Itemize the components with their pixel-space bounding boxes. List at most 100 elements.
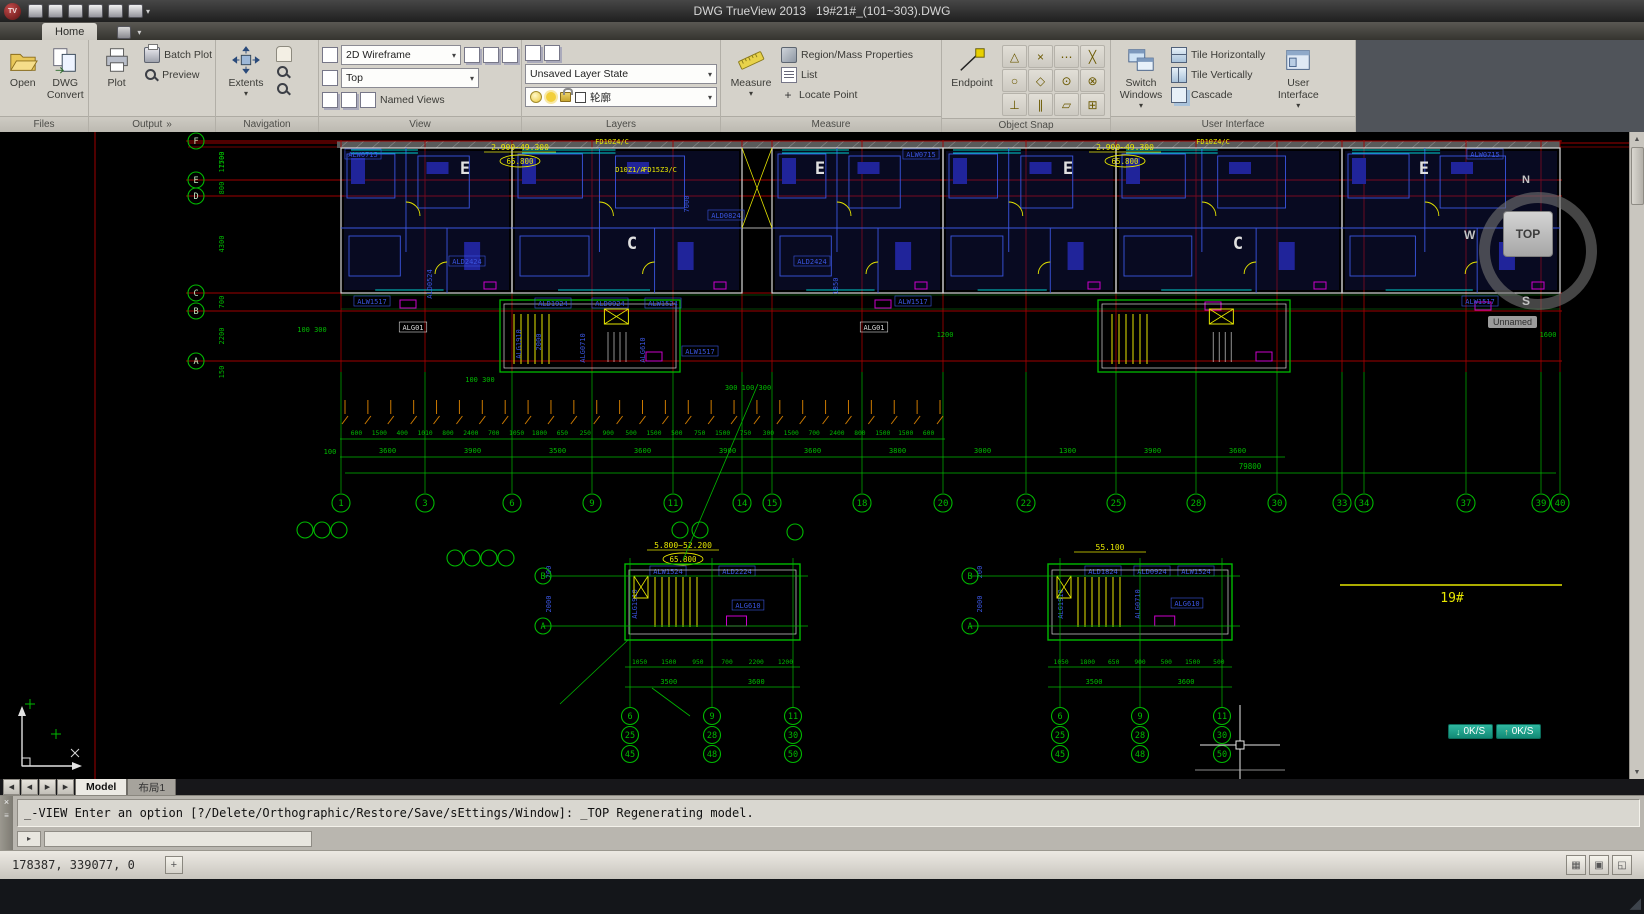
viewcube-west[interactable]: W: [1464, 228, 1475, 242]
ribbon-display-caret-icon[interactable]: ▾: [137, 28, 141, 37]
preview-button[interactable]: Preview: [144, 66, 212, 83]
vertical-scrollbar[interactable]: ▲ ▼: [1629, 132, 1644, 779]
view-direction-icon[interactable]: [322, 70, 338, 86]
dwg-convert-button[interactable]: DWG Convert: [46, 42, 86, 101]
parallel-snap-button[interactable]: ∥: [1028, 93, 1053, 116]
qat-options-icon[interactable]: [128, 4, 143, 18]
cascade-button[interactable]: Cascade: [1171, 86, 1265, 103]
qat-save-icon[interactable]: [48, 4, 63, 18]
viewport-icon-1[interactable]: [464, 47, 480, 63]
layer-combo[interactable]: 轮廓 ▾: [525, 87, 717, 107]
command-input-icon[interactable]: ▸: [17, 830, 41, 847]
previous-layout-button[interactable]: ◀: [21, 779, 38, 795]
perpendicular-snap-button[interactable]: ⊥: [1002, 93, 1027, 116]
viewcube-top-face[interactable]: TOP: [1503, 211, 1553, 257]
visual-style-combo[interactable]: 2D Wireframe ▾: [341, 45, 461, 65]
next-layout-button[interactable]: ▶: [39, 779, 56, 795]
cad-drawing[interactable]: FEDCBA177001500800430070022001501 3 6 9 11 14…: [0, 132, 1644, 779]
panel-label-object-snap[interactable]: Object Snap: [998, 120, 1053, 131]
extension-snap-button[interactable]: ⋯: [1054, 45, 1079, 68]
visual-style-icon[interactable]: [322, 47, 338, 63]
first-layout-button[interactable]: ◀: [3, 779, 20, 795]
app-logo-icon[interactable]: TV: [4, 2, 21, 20]
panel-label-navigation[interactable]: Navigation: [243, 119, 290, 130]
pan-hand-icon[interactable]: [276, 46, 292, 62]
coordinate-tracking-icon[interactable]: +: [164, 856, 183, 874]
zoom-extents-button[interactable]: Extents ▾: [219, 42, 273, 98]
status-annotation-icon[interactable]: ▣: [1589, 855, 1609, 875]
nearest-snap-button[interactable]: ▱: [1054, 93, 1079, 116]
command-close-icon[interactable]: ×: [4, 798, 9, 807]
insert-snap-button[interactable]: ⊞: [1080, 93, 1105, 116]
midpoint-snap-button[interactable]: △: [1002, 45, 1027, 68]
layer-isolate-icon[interactable]: [525, 45, 541, 61]
status-clean-screen-icon[interactable]: ◱: [1612, 855, 1632, 875]
command-history[interactable]: _-VIEW Enter an option [?/Delete/Orthogr…: [17, 799, 1640, 827]
apparent-intersection-snap-button[interactable]: ╳: [1080, 45, 1105, 68]
viewport-config-icon-1[interactable]: [322, 91, 338, 108]
resize-grip-icon[interactable]: ◢: [1629, 894, 1641, 912]
layer-state-combo[interactable]: Unsaved Layer State ▾: [525, 64, 717, 84]
layer-thaw-sun-icon[interactable]: [546, 92, 556, 102]
qat-open-icon[interactable]: [28, 4, 43, 18]
status-model-space-icon[interactable]: ▦: [1566, 855, 1586, 875]
panel-label-measure[interactable]: Measure: [812, 119, 851, 130]
panel-label-view[interactable]: View: [409, 119, 431, 130]
coordinates-display[interactable]: 178387, 339077, 0: [12, 858, 135, 872]
ribbon-display-toggle-icon[interactable]: [117, 25, 132, 39]
tile-vertically-button[interactable]: Tile Vertically: [1171, 66, 1265, 83]
tile-horizontally-button[interactable]: Tile Horizontally: [1171, 46, 1265, 63]
batch-plot-button[interactable]: Batch Plot: [144, 43, 212, 63]
viewcube-ucs-tag[interactable]: Unnamed: [1488, 316, 1538, 328]
tab-model[interactable]: Model: [75, 778, 128, 795]
scroll-up-arrow-icon[interactable]: ▲: [1630, 132, 1644, 146]
layer-on-bulb-icon[interactable]: [530, 91, 542, 103]
panel-label-user-interface[interactable]: User Interface: [1202, 119, 1265, 130]
tangent-snap-button[interactable]: ⊙: [1054, 69, 1079, 92]
viewcube-north[interactable]: N: [1522, 174, 1530, 186]
plot-button[interactable]: Plot: [92, 42, 141, 89]
viewport-icon-3[interactable]: [502, 47, 518, 63]
last-layout-button[interactable]: ▶: [57, 779, 74, 795]
measure-button[interactable]: Measure ▾: [724, 42, 778, 98]
intersection-snap-button[interactable]: ×: [1028, 45, 1053, 68]
named-views-button[interactable]: Named Views: [360, 91, 445, 108]
drawing-canvas[interactable]: F E D C B A 17700 1500 800 4300 700 2200 150 1 3 6 9 11 14…: [0, 132, 1644, 779]
qat-dropdown-caret-icon[interactable]: ▾: [146, 7, 150, 16]
quadrant-snap-button[interactable]: ◇: [1028, 69, 1053, 92]
locate-point-button[interactable]: + Locate Point: [781, 86, 913, 103]
layer-color-swatch[interactable]: [575, 91, 586, 103]
zoom-window-icon[interactable]: [276, 82, 290, 96]
qat-preview-icon[interactable]: [88, 4, 103, 18]
net-speed-monitor[interactable]: ↓ 0K/S ↑ 0K/S: [1448, 724, 1542, 739]
list-button[interactable]: List: [781, 66, 913, 83]
viewport-icon-2[interactable]: [483, 47, 499, 63]
region-mass-properties-button[interactable]: Region/Mass Properties: [781, 46, 913, 63]
scrollbar-thumb[interactable]: [1631, 147, 1644, 205]
center-snap-button[interactable]: ○: [1002, 69, 1027, 92]
user-interface-button[interactable]: User Interface ▾: [1268, 42, 1328, 110]
command-window-grip[interactable]: × ≡: [0, 796, 13, 850]
layer-lock-icon[interactable]: [560, 88, 573, 102]
zoom-icon[interactable]: [276, 65, 290, 79]
qat-publish-icon[interactable]: [108, 4, 123, 18]
qat-plot-icon[interactable]: [68, 4, 83, 18]
viewcube[interactable]: N TOP W S Unnamed: [1462, 172, 1597, 334]
svg-text:750: 750: [740, 430, 752, 437]
scroll-down-arrow-icon[interactable]: ▼: [1630, 765, 1644, 779]
layer-unisolate-icon[interactable]: [544, 45, 560, 61]
panel-label-layers[interactable]: Layers: [606, 119, 636, 130]
panel-label-files[interactable]: Files: [33, 119, 54, 130]
view-combo[interactable]: Top ▾: [341, 68, 479, 88]
viewport-config-icon-2[interactable]: [341, 91, 357, 108]
command-input[interactable]: [44, 830, 312, 847]
endpoint-button[interactable]: Endpoint: [945, 42, 999, 89]
output-dialog-launcher-icon[interactable]: »: [166, 119, 172, 130]
tab-home[interactable]: Home: [42, 23, 98, 40]
open-button[interactable]: Open: [3, 42, 43, 89]
panel-label-output[interactable]: Output: [132, 119, 162, 130]
node-snap-button[interactable]: ⊗: [1080, 69, 1105, 92]
viewcube-south[interactable]: S: [1522, 294, 1530, 308]
tab-layout1[interactable]: 布局1: [127, 778, 177, 795]
switch-windows-button[interactable]: Switch Windows ▾: [1114, 42, 1168, 110]
